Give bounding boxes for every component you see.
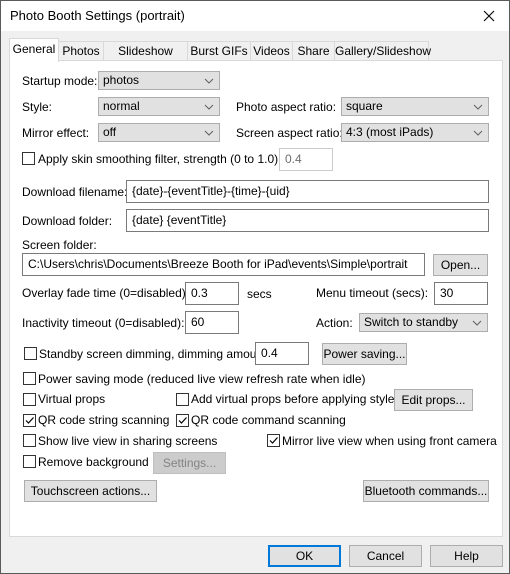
virtual-props-checkbox[interactable] <box>23 393 36 406</box>
qr-string-scanning-label: QR code string scanning <box>38 413 170 427</box>
virtual-props-label: Virtual props <box>38 392 106 406</box>
bluetooth-commands-button[interactable]: Bluetooth commands... <box>363 480 489 502</box>
screen-folder-label: Screen folder: <box>22 238 97 252</box>
menu-timeout-field[interactable]: 30 <box>434 282 488 305</box>
power-saving-mode-label: Power saving mode (reduced live view ref… <box>38 372 366 386</box>
tab-general[interactable]: General <box>9 38 59 62</box>
tab-slideshow-gifs[interactable]: Slideshow GIFs <box>103 41 188 76</box>
mirror-live-view-label: Mirror live view when using front camera <box>282 434 497 448</box>
download-folder-label: Download folder: <box>22 214 113 228</box>
cancel-button[interactable]: Cancel <box>349 545 422 567</box>
download-filename-label: Download filename: <box>22 185 128 199</box>
power-saving-mode-checkbox[interactable] <box>23 372 36 385</box>
show-live-view-label: Show live view in sharing screens <box>38 434 218 448</box>
screen-folder-field[interactable]: C:\Users\chris\Documents\Breeze Booth fo… <box>22 253 425 276</box>
standby-dimming-checkbox[interactable] <box>24 347 37 360</box>
download-filename-field[interactable]: {date}-{eventTitle}-{time}-{uid} <box>126 180 489 203</box>
show-live-view-checkbox[interactable] <box>23 434 36 447</box>
edit-props-button[interactable]: Edit props... <box>394 389 473 411</box>
touchscreen-actions-button[interactable]: Touchscreen actions... <box>24 480 157 502</box>
startup-mode-select[interactable]: photos <box>98 71 220 90</box>
startup-mode-value: photos <box>103 73 140 87</box>
action-select[interactable]: Switch to standby <box>359 313 488 332</box>
close-icon[interactable] <box>479 6 499 26</box>
mirror-effect-select[interactable]: off <box>98 123 220 142</box>
chevron-down-icon <box>472 320 482 326</box>
download-folder-field[interactable]: {date} {eventTitle} <box>126 209 489 232</box>
action-label: Action: <box>316 316 353 330</box>
add-virtual-props-label: Add virtual props before applying styles <box>191 392 401 406</box>
mirror-effect-label: Mirror effect: <box>22 126 90 140</box>
overlay-fade-label: Overlay fade time (0=disabled): <box>22 286 190 300</box>
checkmark-icon <box>25 417 34 424</box>
skin-smoothing-strength-field[interactable]: 0.4 <box>279 148 333 171</box>
settings-dialog: Photo Booth Settings (portrait) General … <box>0 0 510 574</box>
photo-aspect-ratio-value: square <box>346 99 383 113</box>
tab-burst-gifs[interactable]: Burst GIFs <box>187 41 251 61</box>
open-folder-button[interactable]: Open... <box>433 254 488 276</box>
standby-dimming-label: Standby screen dimming, dimming amount: <box>39 347 270 361</box>
style-select[interactable]: normal <box>98 97 220 116</box>
startup-mode-label: Startup mode: <box>22 74 98 88</box>
help-button[interactable]: Help <box>430 545 503 567</box>
screen-aspect-ratio-label: Screen aspect ratio: <box>236 126 343 140</box>
tab-photos[interactable]: Photos <box>58 41 104 61</box>
power-saving-button[interactable]: Power saving... <box>322 343 407 365</box>
add-virtual-props-checkbox[interactable] <box>176 393 189 406</box>
dimming-amount-field[interactable]: 0.4 <box>255 342 309 365</box>
chevron-down-icon <box>473 104 483 110</box>
title-bar: Photo Booth Settings (portrait) <box>1 1 509 31</box>
inactivity-timeout-label: Inactivity timeout (0=disabled): <box>22 316 185 330</box>
action-value: Switch to standby <box>364 315 459 329</box>
screen-aspect-ratio-select[interactable]: 4:3 (most iPads) <box>341 123 489 142</box>
tab-videos[interactable]: Videos <box>250 41 293 61</box>
remove-background-checkbox[interactable] <box>23 455 36 468</box>
chevron-down-icon <box>204 104 214 110</box>
photo-aspect-ratio-select[interactable]: square <box>341 97 489 116</box>
menu-timeout-label: Menu timeout (secs): <box>316 286 429 300</box>
ok-button[interactable]: OK <box>268 545 341 567</box>
checkmark-icon <box>178 417 187 424</box>
photo-aspect-ratio-label: Photo aspect ratio: <box>236 100 337 114</box>
style-label: Style: <box>22 100 53 114</box>
background-settings-button[interactable]: Settings... <box>153 452 226 474</box>
chevron-down-icon <box>473 130 483 136</box>
tab-share[interactable]: Share <box>292 41 335 61</box>
chevron-down-icon <box>204 78 214 84</box>
qr-command-scanning-label: QR code command scanning <box>191 413 346 427</box>
inactivity-timeout-field[interactable]: 60 <box>185 311 239 334</box>
qr-string-scanning-checkbox[interactable] <box>23 414 36 427</box>
overlay-fade-unit: secs <box>247 287 272 301</box>
skin-smoothing-checkbox[interactable] <box>22 152 35 165</box>
tab-gallery-slideshow[interactable]: Gallery/Slideshow <box>334 41 431 61</box>
overlay-fade-field[interactable]: 0.3 <box>185 282 239 305</box>
checkmark-icon <box>269 437 278 444</box>
style-value: normal <box>103 99 140 113</box>
screen-aspect-ratio-value: 4:3 (most iPads) <box>346 125 434 139</box>
window-title: Photo Booth Settings (portrait) <box>10 8 185 23</box>
qr-command-scanning-checkbox[interactable] <box>176 414 189 427</box>
skin-smoothing-label: Apply skin smoothing filter, strength (0… <box>38 152 282 166</box>
chevron-down-icon <box>204 130 214 136</box>
remove-background-label: Remove background <box>38 455 149 469</box>
mirror-effect-value: off <box>103 125 117 139</box>
mirror-live-view-checkbox[interactable] <box>267 434 280 447</box>
